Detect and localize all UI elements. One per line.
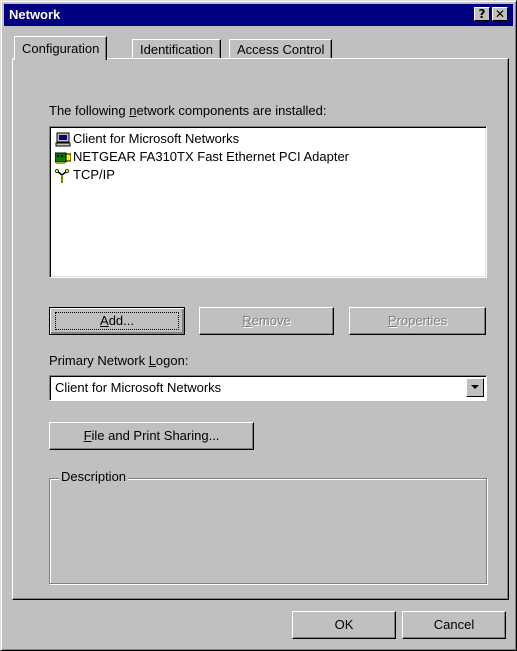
components-list[interactable]: Client for Microsoft Networks NETGEAR FA…	[49, 126, 487, 278]
question-mark-icon: ?	[478, 7, 486, 21]
component-label: NETGEAR FA310TX Fast Ethernet PCI Adapte…	[73, 149, 350, 164]
protocol-icon	[55, 168, 71, 184]
primary-logon-select[interactable]: Client for Microsoft Networks	[49, 375, 487, 401]
network-adapter-icon	[54, 150, 72, 166]
component-label: TCP/IP	[73, 167, 115, 182]
description-legend: Description	[59, 469, 129, 484]
components-label: The following network components are ins…	[49, 103, 327, 118]
description-groupbox	[49, 478, 487, 584]
ok-button[interactable]: OK	[292, 611, 396, 639]
add-button[interactable]: Add...	[49, 307, 185, 335]
primary-logon-label: Primary Network Logon:	[49, 353, 189, 368]
network-client-icon	[55, 132, 71, 148]
file-and-print-sharing-button[interactable]: File and Print Sharing...	[49, 422, 254, 450]
tab-access-control[interactable]: Access Control	[229, 39, 333, 59]
close-icon: ✕	[494, 7, 506, 21]
focus-rect	[55, 312, 179, 330]
chevron-down-icon[interactable]	[466, 378, 484, 397]
tab-access-control-label: Access Control	[237, 42, 325, 57]
window-title: Network	[9, 7, 61, 22]
help-button[interactable]: ?	[474, 7, 490, 21]
cancel-button[interactable]: Cancel	[402, 611, 506, 639]
title-bar[interactable]: Network ? ✕	[4, 4, 513, 26]
properties-button[interactable]: Properties	[349, 307, 486, 335]
network-dialog: Network ? ✕ Configuration Identification…	[0, 0, 517, 651]
tab-identification-label: Identification	[140, 42, 213, 57]
tab-identification[interactable]: Identification	[132, 39, 221, 59]
tab-configuration-label: Configuration	[22, 41, 100, 56]
tab-configuration[interactable]: Configuration	[14, 36, 108, 60]
primary-logon-value: Client for Microsoft Networks	[55, 380, 222, 395]
close-button[interactable]: ✕	[492, 7, 508, 21]
remove-button[interactable]: Remove	[199, 307, 334, 335]
component-label: Client for Microsoft Networks	[73, 131, 240, 146]
